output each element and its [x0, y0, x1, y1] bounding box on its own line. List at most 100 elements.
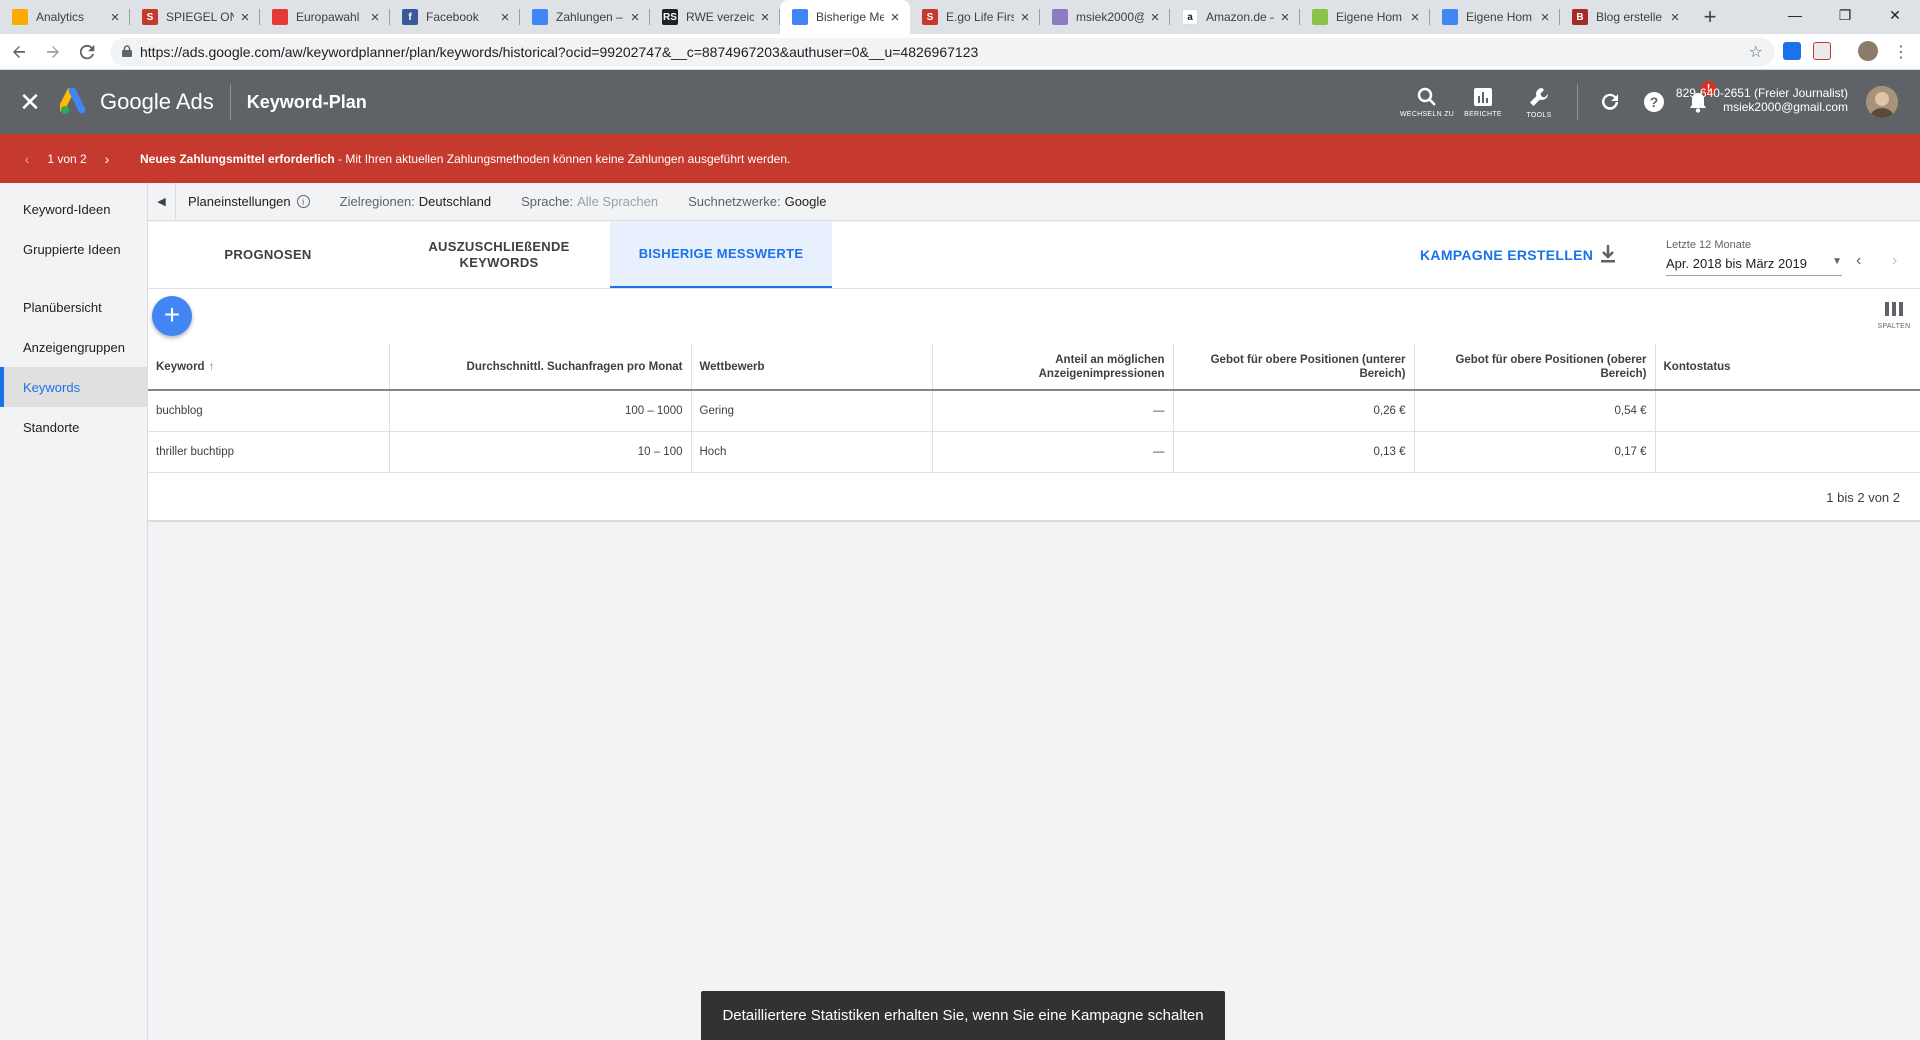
sidebar-item-keyword-ideas[interactable]: Keyword-Ideen [0, 189, 147, 229]
columns-button[interactable]: SPALTEN [1874, 302, 1914, 330]
tab-favicon-icon [532, 9, 548, 25]
language[interactable]: Sprache: Alle Sprachen [521, 194, 658, 209]
tab-close-icon[interactable]: × [108, 9, 122, 26]
date-next-icon[interactable]: › [1892, 252, 1897, 270]
sidebar-item-locations[interactable]: Standorte [0, 407, 147, 447]
forward-icon[interactable] [38, 37, 68, 67]
column-header-keyword[interactable]: Keyword ↑ [148, 344, 390, 391]
bookmark-star-icon[interactable]: ☆ [1749, 42, 1763, 62]
refresh-button[interactable] [1588, 92, 1632, 112]
pdf-extension-icon[interactable] [1813, 42, 1831, 60]
download-button[interactable] [1596, 242, 1620, 266]
google-ads-logo-icon [60, 88, 86, 114]
avatar-photo-icon [1866, 86, 1898, 118]
plan-settings-bar: ◀ Planeinstellungen i Zielregionen: Deut… [148, 182, 1920, 221]
column-header-keyword-label: Keyword [156, 360, 205, 373]
column-header-bid-high[interactable]: Gebot für obere Positionen (oberer Berei… [1414, 344, 1656, 391]
tab-close-icon[interactable]: × [238, 9, 252, 26]
url-field[interactable]: https://ads.google.com/aw/keywordplanner… [110, 38, 1775, 66]
avatar[interactable] [1866, 86, 1898, 118]
sidebar-item-grouped-ideas[interactable]: Gruppierte Ideen [0, 229, 147, 269]
tab-close-icon[interactable]: × [1408, 9, 1422, 26]
search-networks[interactable]: Suchnetzwerke: Google [688, 194, 826, 209]
column-header-avg-searches[interactable]: Durchschnittl. Suchanfragen pro Monat [389, 344, 692, 391]
plan-settings[interactable]: Planeinstellungen i [188, 194, 310, 209]
table-header-row: Keyword ↑ Durchschnittl. Suchanfragen pro… [148, 344, 1920, 391]
help-button[interactable]: ? [1632, 91, 1676, 113]
date-range-selector[interactable]: Letzte 12 Monate Apr. 2018 bis März 2019… [1666, 239, 1842, 276]
tools-button[interactable]: TOOLS [1511, 86, 1567, 119]
browser-tab[interactable]: a Amazon.de – × [1170, 0, 1300, 34]
tab-negative-keywords[interactable]: AUSZUSCHLIEßENDE KEYWORDS [388, 222, 610, 288]
banner-next-icon[interactable]: › [92, 151, 122, 167]
column-header-competition[interactable]: Wettbewerb [691, 344, 933, 391]
tab-historical-metrics[interactable]: BISHERIGE MESSWERTE [610, 222, 832, 288]
svg-text:?: ? [1650, 94, 1659, 110]
minimize-icon[interactable]: — [1770, 0, 1820, 30]
collapse-sidebar-icon[interactable]: ◀ [148, 182, 176, 221]
sidebar-item-plan-overview[interactable]: Planübersicht [0, 287, 147, 327]
reports-button[interactable]: BERICHTE [1455, 87, 1511, 118]
add-keyword-button[interactable]: + [152, 296, 192, 336]
account-info[interactable]: 829-640-2651 (Freier Journalist) msiek20… [1676, 86, 1848, 114]
browser-tab[interactable]: S E.go Life Firs × [910, 0, 1040, 34]
date-prev-icon[interactable]: ‹ [1856, 252, 1861, 270]
google-ads-logo[interactable]: Google Ads [60, 88, 214, 116]
tab-close-icon[interactable]: × [888, 9, 902, 26]
back-icon[interactable] [4, 37, 34, 67]
sort-arrow-up-icon: ↑ [208, 360, 215, 373]
column-header-account-status[interactable]: Kontostatus [1655, 344, 1920, 391]
browser-tab[interactable]: B Blog erstelle × [1560, 0, 1690, 34]
tab-forecasts[interactable]: PROGNOSEN [148, 222, 388, 288]
browser-tab[interactable]: RS RWE verzeic × [650, 0, 780, 34]
cell-avg-searches: 100 – 1000 [389, 390, 692, 432]
browser-menu-icon[interactable]: ⋮ [1893, 42, 1909, 62]
extension-icon[interactable] [1783, 42, 1801, 60]
info-icon[interactable]: i [296, 195, 310, 208]
tab-favicon-icon [12, 9, 28, 25]
browser-tab[interactable]: Eigene Hom × [1300, 0, 1430, 34]
main-panel: PROGNOSEN AUSZUSCHLIEßENDE KEYWORDS BISH… [148, 222, 1920, 522]
tab-close-icon[interactable]: × [1538, 9, 1552, 26]
restore-icon[interactable]: ❐ [1820, 0, 1870, 30]
browser-tab[interactable]: Analytics × [0, 0, 130, 34]
profile-avatar-icon[interactable] [1858, 41, 1878, 61]
reports-label: BERICHTE [1464, 110, 1502, 118]
tab-close-icon[interactable]: × [758, 9, 772, 26]
tab-close-icon[interactable]: × [498, 9, 512, 26]
table-row[interactable]: buchblog 100 – 1000 Gering — 0,26 € 0,54… [148, 390, 1920, 432]
switch-to-button[interactable]: WECHSELN ZU [1399, 87, 1455, 118]
column-header-bid-low[interactable]: Gebot für obere Positionen (unterer Bere… [1173, 344, 1415, 391]
tab-close-icon[interactable]: × [1668, 9, 1682, 26]
new-tab-button[interactable]: + [1690, 0, 1730, 34]
tab-close-icon[interactable]: × [368, 9, 382, 26]
browser-tab[interactable]: S SPIEGEL ONL × [130, 0, 260, 34]
cell-account-status [1655, 431, 1920, 473]
browser-tab-title: SPIEGEL ONL [166, 10, 234, 24]
sidebar-item-ad-groups[interactable]: Anzeigengruppen [0, 327, 147, 367]
browser-tab[interactable]: f Facebook × [390, 0, 520, 34]
browser-tab[interactable]: Bisherige Me × [780, 0, 910, 34]
reload-icon[interactable] [72, 37, 102, 67]
close-window-icon[interactable]: ✕ [1870, 0, 1920, 30]
column-header-impression-share[interactable]: Anteil an möglichen Anzeigenimpressionen [932, 344, 1174, 391]
browser-tab[interactable]: Eigene Hom × [1430, 0, 1560, 34]
sidebar-item-keywords[interactable]: Keywords [0, 367, 147, 407]
tab-close-icon[interactable]: × [1018, 9, 1032, 26]
metric-tabs: PROGNOSEN AUSZUSCHLIEßENDE KEYWORDS BISH… [148, 222, 832, 288]
target-regions[interactable]: Zielregionen: Deutschland [340, 194, 491, 209]
create-campaign-button[interactable]: KAMPAGNE ERSTELLEN [1420, 247, 1593, 263]
browser-tab[interactable]: Zahlungen – × [520, 0, 650, 34]
browser-tab-title: Europawahl [296, 10, 360, 24]
browser-tab[interactable]: msiek2000@ × [1040, 0, 1170, 34]
banner-prev-icon[interactable]: ‹ [12, 151, 42, 167]
tab-close-icon[interactable]: × [1148, 9, 1162, 26]
dropdown-arrow-icon: ▼ [1832, 256, 1842, 267]
tab-close-icon[interactable]: × [628, 9, 642, 26]
browser-tab[interactable]: Europawahl × [260, 0, 390, 34]
close-icon[interactable]: ✕ [0, 87, 60, 118]
date-range-value-row: Apr. 2018 bis März 2019 ▼ [1666, 256, 1842, 276]
tab-close-icon[interactable]: × [1278, 9, 1292, 26]
table-row[interactable]: thriller buchtipp 10 – 100 Hoch — 0,13 €… [148, 431, 1920, 473]
ads-header: ✕ Google Ads Keyword-Plan WECHSELN ZU BE… [0, 70, 1920, 134]
